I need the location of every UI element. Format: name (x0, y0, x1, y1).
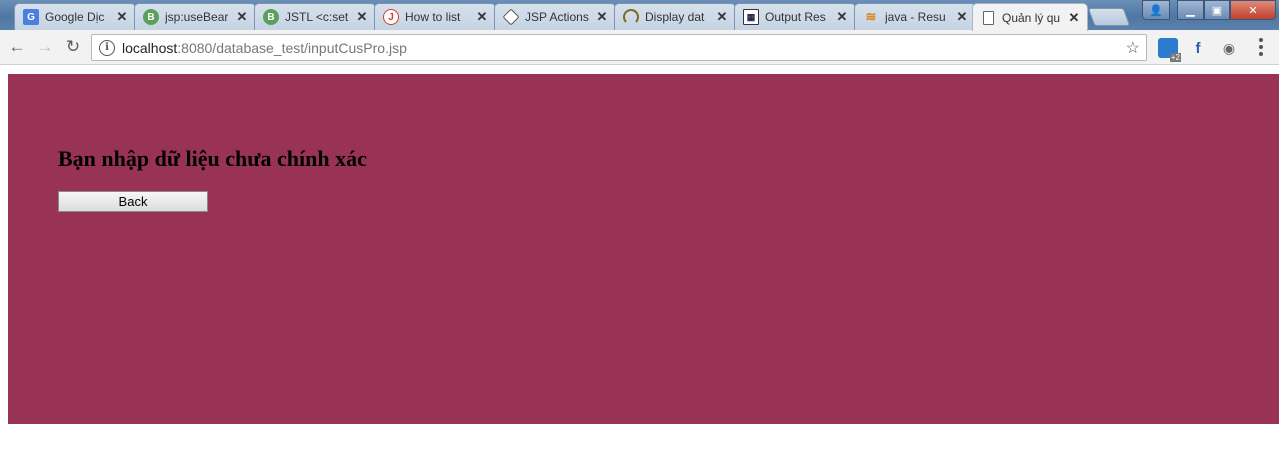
back-button[interactable]: Back (58, 191, 208, 212)
tab-title: Display dat (645, 10, 705, 24)
error-message: Bạn nhập dữ liệu chưa chính xác (58, 146, 367, 171)
tab-google-translate[interactable]: G Google Dịc ✕ (14, 3, 136, 30)
close-icon[interactable]: ✕ (1065, 10, 1083, 26)
url-path: :8080/database_test/inputCusPro.jsp (177, 39, 407, 56)
tab-java-resu[interactable]: ≋ java - Resu ✕ (854, 3, 976, 30)
close-window-button[interactable]: ✕ (1230, 0, 1276, 20)
bootstrap-b-icon: B (143, 9, 159, 25)
close-icon[interactable]: ✕ (473, 9, 491, 25)
bookmark-star-icon[interactable]: ☆ (1126, 38, 1140, 58)
close-icon[interactable]: ✕ (353, 9, 371, 25)
close-icon[interactable]: ✕ (833, 9, 851, 25)
tab-title: How to list (405, 10, 461, 24)
tab-title: Google Dịc (45, 10, 105, 24)
close-icon[interactable]: ✕ (233, 9, 251, 25)
page-body: Bạn nhập dữ liệu chưa chính xác Back (8, 74, 1279, 424)
extension-icon[interactable]: +2 (1158, 38, 1181, 62)
address-bar[interactable]: i localhost:8080/database_test/inputCusP… (91, 34, 1147, 61)
tab-title: java - Resu (885, 10, 946, 24)
horseshoe-icon (623, 9, 639, 25)
tab-display-data[interactable]: Display dat ✕ (614, 3, 736, 30)
tab-title: JSTL <c:set (285, 10, 349, 24)
stackoverflow-icon: ≋ (865, 9, 877, 24)
tab-jsp-actions[interactable]: JSP Actions ✕ (494, 3, 616, 30)
new-tab-button[interactable] (1087, 8, 1131, 26)
close-icon[interactable]: ✕ (953, 9, 971, 25)
chrome-menu-icon[interactable] (1255, 36, 1267, 58)
facebook-icon[interactable]: f (1188, 38, 1208, 58)
tab-jsp-usebean[interactable]: B jsp:useBear ✕ (134, 3, 256, 30)
tab-jstl-cset[interactable]: B JSTL <c:set ✕ (254, 3, 376, 30)
close-icon[interactable]: ✕ (713, 9, 731, 25)
tab-title: Output Res (765, 10, 826, 24)
blank-page-icon (983, 10, 994, 25)
tab-title: Quản lý qu (1002, 10, 1061, 25)
reload-icon[interactable]: ↻ (62, 36, 84, 58)
browser-toolbar: ← → ↻ i localhost:8080/database_test/inp… (0, 30, 1279, 65)
diamond-icon (502, 8, 520, 26)
close-icon[interactable]: ✕ (593, 9, 611, 25)
extension-badge: +2 (1169, 53, 1181, 62)
google-translate-icon: G (23, 9, 39, 25)
document-table-icon: ▦ (743, 9, 759, 25)
address-url: localhost:8080/database_test/inputCusPro… (122, 40, 407, 56)
tab-title: JSP Actions (525, 10, 589, 24)
forward-arrow-icon[interactable]: → (34, 36, 56, 58)
url-host: localhost (122, 39, 178, 56)
browser-tab-strip: G Google Dịc ✕ B jsp:useBear ✕ B JSTL <c… (0, 0, 1279, 31)
back-arrow-icon[interactable]: ← (6, 36, 28, 58)
minimize-button[interactable]: ▁ (1177, 0, 1204, 20)
user-profile-icon[interactable]: 👤 (1142, 0, 1170, 20)
j-circle-icon: J (383, 9, 399, 25)
info-icon[interactable]: i (99, 39, 115, 56)
tab-how-to-list[interactable]: J How to list ✕ (374, 3, 496, 30)
maximize-button[interactable]: ▣ (1204, 0, 1230, 20)
close-icon[interactable]: ✕ (113, 9, 131, 25)
eye-extension-icon[interactable]: ◉ (1219, 38, 1239, 58)
bootstrap-b-icon: B (263, 9, 279, 25)
tab-title: jsp:useBear (165, 10, 229, 24)
tab-quan-ly[interactable]: Quản lý qu ✕ (972, 3, 1088, 31)
tab-output-res[interactable]: ▦ Output Res ✕ (734, 3, 856, 30)
